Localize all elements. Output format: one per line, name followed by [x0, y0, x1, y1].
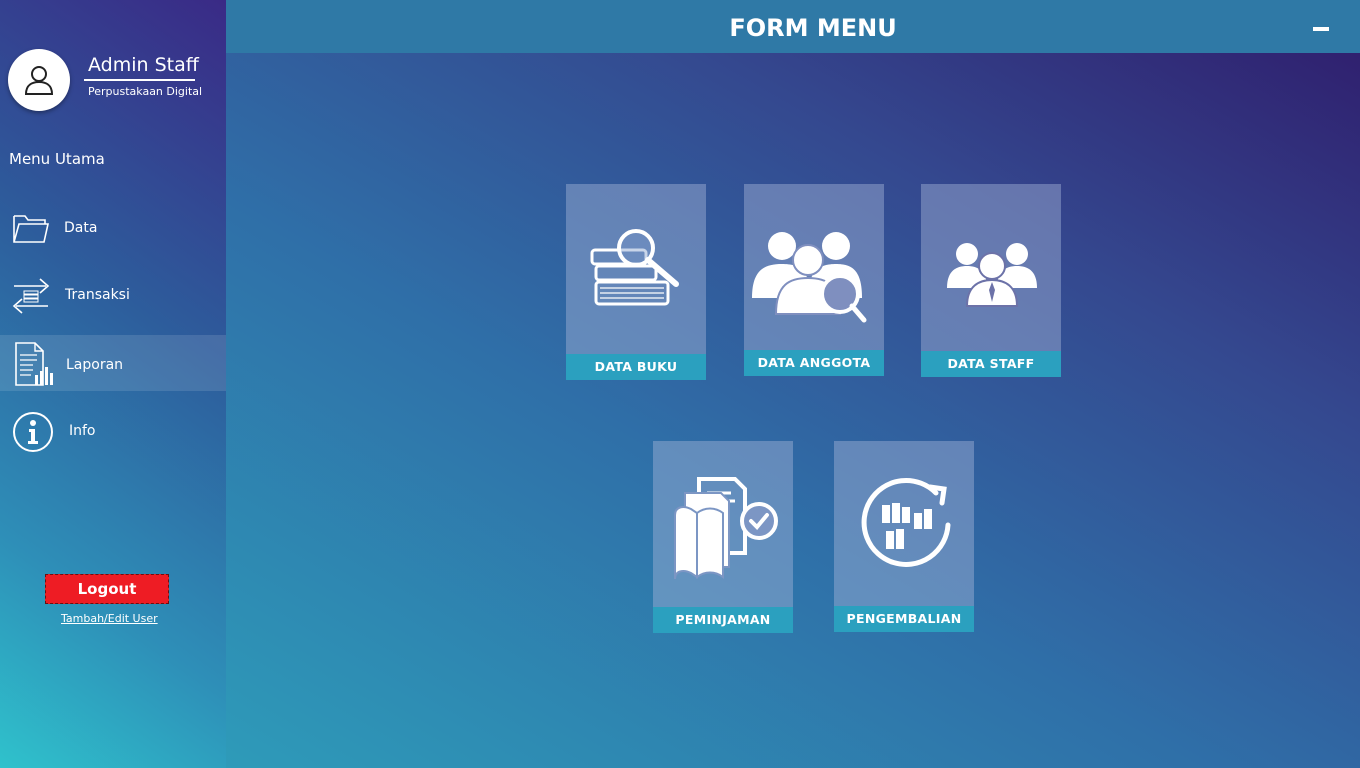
logout-button[interactable]: Logout	[45, 574, 169, 604]
tile-label: DATA ANGGOTA	[744, 350, 884, 376]
user-name: Admin Staff	[88, 54, 199, 76]
page-title: FORM MENU	[729, 14, 897, 42]
tile-data-anggota[interactable]: DATA ANGGOTA	[744, 184, 884, 376]
book-search-icon	[590, 229, 679, 306]
report-icon	[15, 342, 53, 386]
tile-peminjaman[interactable]: PEMINJAMAN	[653, 441, 793, 633]
sidebar: Admin Staff Perpustakaan Digital Menu Ut…	[0, 0, 226, 768]
user-divider	[84, 79, 195, 81]
sidebar-item-label: Transaksi	[65, 287, 130, 303]
tile-label: DATA BUKU	[566, 354, 706, 380]
main-panel: FORM MENU DATA BUKU DATA ANGGOTA DATA ST…	[226, 0, 1360, 768]
sidebar-item-label: Info	[69, 423, 96, 439]
return-books-icon	[861, 477, 951, 567]
sidebar-item-laporan[interactable]: Laporan	[0, 335, 226, 391]
avatar[interactable]	[8, 49, 70, 111]
menu-heading: Menu Utama	[9, 150, 105, 168]
title-bar: FORM MENU	[226, 0, 1360, 53]
user-org: Perpustakaan Digital	[88, 85, 203, 98]
folder-icon	[13, 215, 49, 243]
sidebar-item-label: Data	[64, 220, 98, 236]
tile-label: PEMINJAMAN	[653, 607, 793, 633]
tile-data-staff[interactable]: DATA STAFF	[921, 184, 1061, 377]
user-icon	[24, 66, 54, 95]
sidebar-item-data[interactable]: Data	[0, 200, 226, 256]
minimize-button[interactable]	[1313, 27, 1329, 31]
info-icon	[13, 412, 53, 452]
tile-label: PENGEMBALIAN	[834, 606, 974, 632]
sidebar-item-info[interactable]: Info	[0, 403, 226, 459]
members-search-icon	[752, 232, 867, 323]
tile-data-buku[interactable]: DATA BUKU	[566, 184, 706, 380]
tile-label: DATA STAFF	[921, 351, 1061, 377]
sidebar-item-label: Laporan	[66, 357, 124, 373]
staff-group-icon	[947, 243, 1037, 307]
borrow-documents-icon	[674, 477, 778, 580]
sidebar-item-transaksi[interactable]: Transaksi	[0, 266, 226, 322]
tile-pengembalian[interactable]: PENGEMBALIAN	[834, 441, 974, 632]
transfer-icon	[12, 278, 50, 314]
edit-user-link[interactable]: Tambah/Edit User	[61, 612, 158, 625]
